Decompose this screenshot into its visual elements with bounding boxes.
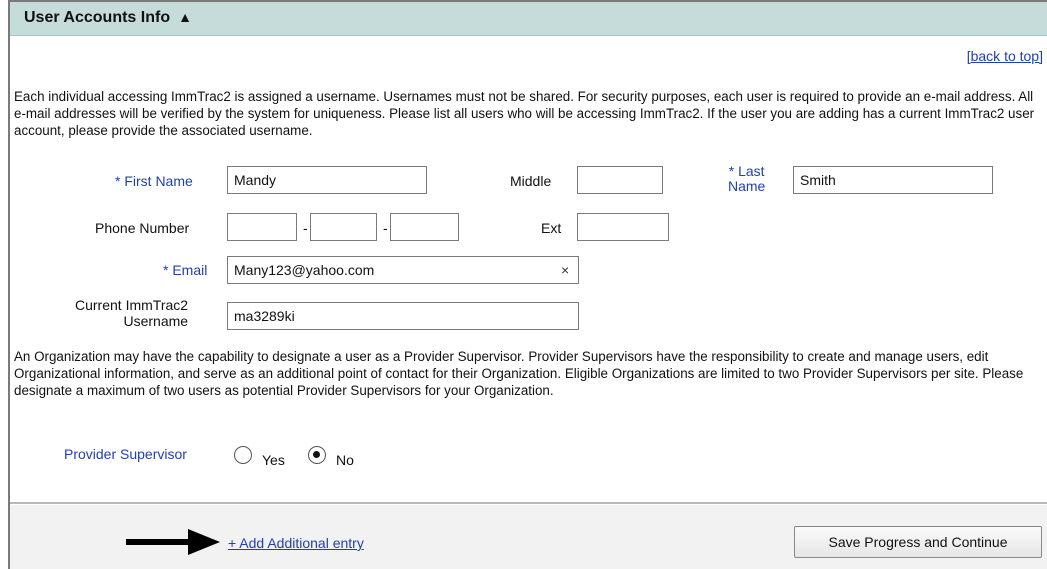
clear-icon[interactable]: × [561, 262, 569, 278]
last-name-label-line1: Last [738, 163, 765, 179]
add-additional-entry-link[interactable]: + Add Additional entry [228, 535, 364, 551]
collapse-arrow-icon[interactable]: ▲ [178, 9, 192, 25]
provider-supervisor-label: Provider Supervisor [64, 446, 187, 462]
email-label-text: Email [172, 262, 208, 278]
current-username-input[interactable]: ma3289ki [227, 302, 579, 330]
supervisor-yes-radio[interactable] [234, 446, 252, 464]
phone-prefix-input[interactable] [310, 213, 377, 241]
required-mark: * [115, 173, 121, 189]
save-progress-button[interactable]: Save Progress and Continue [794, 526, 1042, 558]
back-to-top-link[interactable]: [back to top] [967, 48, 1043, 64]
supervisor-yes-label[interactable]: Yes [262, 452, 285, 468]
first-name-label: * First Name [115, 173, 193, 189]
first-name-input[interactable]: Mandy [227, 166, 427, 194]
section-title[interactable]: User Accounts Info ▲ [24, 9, 192, 27]
phone-separator: - [383, 220, 388, 236]
username-label-line1: Current ImmTrac2 [75, 297, 189, 313]
phone-area-input[interactable] [227, 213, 297, 241]
ext-label: Ext [541, 220, 562, 236]
phone-number-label: Phone Number [95, 220, 190, 236]
ext-input[interactable] [577, 213, 669, 241]
arrow-right-icon [126, 529, 220, 555]
required-mark: * [163, 262, 169, 278]
middle-input[interactable] [577, 166, 663, 194]
required-mark: * [728, 163, 735, 179]
intro-text: Each individual accessing ImmTrac2 is as… [14, 89, 1035, 138]
footer-divider [10, 502, 1047, 504]
email-input[interactable]: Many123@yahoo.com [227, 256, 579, 284]
phone-line-input[interactable] [390, 213, 459, 241]
email-label: * Email [163, 262, 207, 278]
last-name-input[interactable]: Smith [793, 166, 993, 194]
username-label-line2: Username [123, 313, 189, 329]
last-name-label: * Last Name [728, 164, 765, 194]
last-name-label-line2: Name [728, 178, 766, 194]
supervisor-no-label[interactable]: No [336, 452, 354, 468]
section-header[interactable]: User Accounts Info ▲ [10, 2, 1047, 36]
supervisor-no-radio[interactable] [308, 446, 326, 464]
section-title-text: User Accounts Info [24, 9, 171, 26]
supervisor-info-text: An Organization may have the capability … [14, 349, 1024, 398]
form-frame [8, 0, 1047, 569]
current-username-label: Current ImmTrac2 Username [75, 297, 188, 329]
first-name-label-text: First Name [124, 173, 193, 189]
middle-label: Middle [510, 173, 552, 189]
phone-separator: - [303, 220, 308, 236]
